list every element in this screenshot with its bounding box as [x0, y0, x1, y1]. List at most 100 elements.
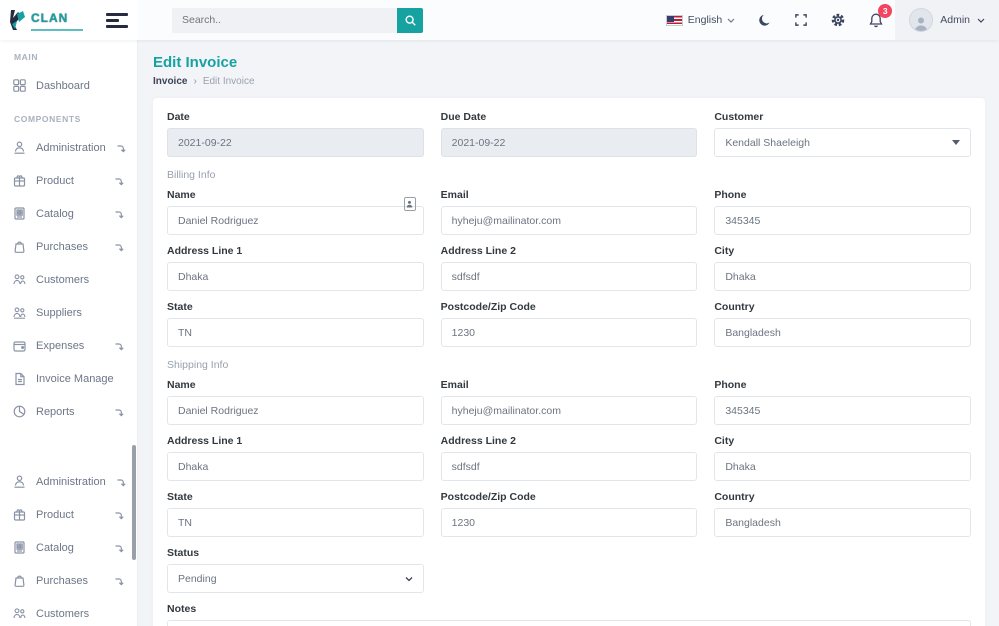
shipping-address1-input[interactable] — [167, 452, 424, 481]
sidebar-item-label: Purchases — [36, 241, 88, 253]
sidebar-item-administration[interactable]: Administration — [0, 465, 137, 498]
status-label: Status — [167, 547, 424, 559]
us-flag-icon — [666, 15, 683, 26]
billing-info-heading: Billing Info — [167, 169, 971, 181]
sidebar-item-label: Invoice Manage — [36, 373, 114, 385]
contact-autofill-icon[interactable] — [404, 197, 416, 211]
billing-email-input[interactable] — [441, 206, 698, 235]
sidebar-item-purchases[interactable]: Purchases — [0, 564, 137, 597]
billing-address1-input[interactable] — [167, 262, 424, 291]
settings-button[interactable] — [819, 0, 857, 40]
sidebar-item-expenses[interactable]: Expenses — [0, 329, 137, 362]
logo-tagline-bar — [31, 29, 83, 31]
product-icon — [12, 173, 27, 188]
language-selector[interactable]: English — [655, 0, 746, 40]
select-caret-icon — [952, 140, 960, 145]
sidebar-item-customers[interactable]: Customers — [0, 263, 137, 296]
search-button[interactable] — [397, 8, 423, 33]
app-logo[interactable]: CLAN — [8, 8, 83, 32]
sidebar-item-label: Customers — [36, 274, 89, 286]
logo-icon — [8, 8, 28, 32]
customers-icon — [12, 606, 27, 621]
chevron-down-icon — [727, 18, 735, 23]
shipping-city-input[interactable] — [714, 452, 971, 481]
customer-field: Customer Kendall Shaeleigh — [714, 111, 971, 157]
billing-city-input[interactable] — [714, 262, 971, 291]
chevron-down-icon — [977, 18, 985, 23]
notifications-button[interactable]: 3 — [857, 0, 895, 40]
date-field: Date — [167, 111, 424, 157]
dark-mode-toggle[interactable] — [746, 0, 783, 40]
billing-address2-input[interactable] — [441, 262, 698, 291]
shipping-phone-label: Phone — [714, 379, 971, 391]
shipping-name-input[interactable] — [167, 396, 424, 425]
shipping-info-heading: Shipping Info — [167, 359, 971, 371]
status-select[interactable]: Pending — [167, 564, 424, 593]
date-label: Date — [167, 111, 424, 123]
search-input[interactable] — [172, 8, 397, 33]
sidebar-item-label: Product — [36, 509, 74, 521]
customer-selected-value: Kendall Shaeleigh — [725, 137, 810, 149]
sidebar-scrollbar[interactable] — [132, 445, 136, 560]
sidebar-item-purchases[interactable]: Purchases — [0, 230, 137, 263]
billing-name-label: Name — [167, 189, 424, 201]
sidebar-item-label: Expenses — [36, 340, 84, 352]
sidebar-item-dashboard[interactable]: Dashboard — [0, 69, 137, 102]
shipping-postcode-label: Postcode/Zip Code — [441, 491, 698, 503]
shipping-address1-field: Address Line 1 — [167, 435, 424, 481]
user-label: Admin — [940, 14, 970, 26]
shipping-postcode-input[interactable] — [441, 508, 698, 537]
breadcrumb-invoice-link[interactable]: Invoice — [153, 76, 187, 87]
sidebar-item-catalog[interactable]: Catalog — [0, 531, 137, 564]
notes-textarea[interactable] — [167, 620, 971, 626]
billing-country-input[interactable] — [714, 318, 971, 347]
user-menu[interactable]: Admin — [895, 0, 999, 40]
shipping-state-input[interactable] — [167, 508, 424, 537]
catalog-icon — [12, 540, 27, 555]
billing-city-label: City — [714, 245, 971, 257]
breadcrumb-separator-icon: › — [193, 76, 196, 87]
sidebar-item-product[interactable]: Product — [0, 164, 137, 197]
billing-city-field: City — [714, 245, 971, 291]
billing-name-input[interactable] — [167, 206, 424, 235]
due-date-label: Due Date — [441, 111, 698, 123]
edit-invoice-card: Date Due Date Customer Kendall Shaeleigh… — [153, 98, 985, 626]
sidebar-item-label: Catalog — [36, 542, 74, 554]
customer-select[interactable]: Kendall Shaeleigh — [714, 128, 971, 157]
shipping-email-input[interactable] — [441, 396, 698, 425]
brand-block: CLAN — [0, 0, 138, 40]
billing-address2-field: Address Line 2 — [441, 245, 698, 291]
sidebar-item-product[interactable]: Product — [0, 498, 137, 531]
gear-icon — [830, 12, 846, 28]
moon-icon — [757, 13, 772, 28]
shipping-name-label: Name — [167, 379, 424, 391]
billing-state-input[interactable] — [167, 318, 424, 347]
shipping-address2-input[interactable] — [441, 452, 698, 481]
due-date-input[interactable] — [441, 128, 698, 157]
billing-phone-input[interactable] — [714, 206, 971, 235]
submenu-arrow-icon — [113, 542, 125, 554]
sidebar-item-reports[interactable]: Reports — [0, 395, 137, 428]
date-input[interactable] — [167, 128, 424, 157]
search-bar — [172, 0, 423, 40]
select-caret-icon — [405, 576, 413, 582]
sidebar-item-invoice-manage[interactable]: Invoice Manage — [0, 362, 137, 395]
page-title: Edit Invoice — [153, 54, 985, 71]
sidebar-item-suppliers[interactable]: Suppliers — [0, 296, 137, 329]
sidebar-item-catalog[interactable]: Catalog — [0, 197, 137, 230]
sidebar-item-administration[interactable]: Administration — [0, 131, 137, 164]
sidebar-group-components: COMPONENTS — [0, 102, 137, 131]
billing-postcode-input[interactable] — [441, 318, 698, 347]
notes-field: Notes — [167, 603, 971, 626]
shipping-email-field: Email — [441, 379, 698, 425]
billing-email-field: Email — [441, 189, 698, 235]
sidebar-item-customers[interactable]: Customers — [0, 597, 137, 626]
menu-toggle-button[interactable] — [106, 10, 128, 31]
customers-icon — [12, 272, 27, 287]
submenu-arrow-icon — [113, 575, 125, 587]
fullscreen-toggle[interactable] — [783, 0, 819, 40]
due-date-field: Due Date — [441, 111, 698, 157]
billing-state-field: State — [167, 301, 424, 347]
shipping-country-input[interactable] — [714, 508, 971, 537]
shipping-phone-input[interactable] — [714, 396, 971, 425]
